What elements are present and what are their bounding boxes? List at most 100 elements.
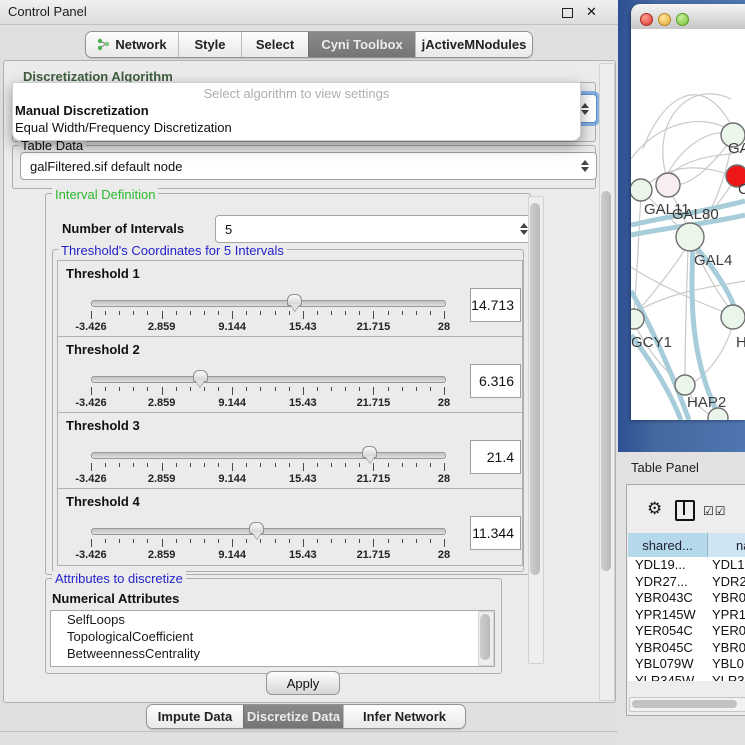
table-row[interactable]: YBR045CYBR0 [628, 640, 745, 657]
number-of-intervals-combo[interactable]: 5 [215, 215, 536, 243]
tab-style[interactable]: Style [178, 32, 241, 57]
column-layout-icon[interactable] [675, 500, 695, 521]
numerical-attributes-list[interactable]: SelfLoopsTopologicalCoefficientBetweenne… [50, 610, 495, 667]
gear-icon[interactable]: ⚙ [647, 499, 662, 519]
tab-select[interactable]: Select [241, 32, 308, 57]
table-row[interactable]: YER054CYER0 [628, 623, 745, 640]
cell-name[interactable]: YBR0 [712, 640, 745, 657]
combo-stepper-icon[interactable] [581, 160, 589, 172]
cell-name[interactable]: YLR3 [712, 673, 745, 682]
column-header-shared-name[interactable]: shared... [628, 533, 708, 557]
tick-mark [260, 387, 261, 391]
network-node[interactable] [676, 223, 704, 251]
cell-name[interactable]: YER0 [712, 623, 745, 640]
subpanel-scrollbar-thumb[interactable] [530, 203, 540, 575]
table-row[interactable]: YDR27...YDR2 [628, 574, 745, 591]
attributes-list-scrollbar[interactable] [478, 611, 494, 666]
maximize-traffic-light-icon[interactable] [676, 13, 689, 26]
select-columns-checkboxes-icon[interactable]: ☑☑ [703, 504, 727, 518]
table-horizontal-scrollbar[interactable] [629, 697, 745, 712]
panel-scrollbar-thumb[interactable] [601, 191, 611, 571]
control-panel-tab-bar: NetworkStyleSelectCyni ToolboxjActiveMNo… [85, 31, 533, 58]
cell-name[interactable]: YBR0 [712, 590, 745, 607]
threshold-slider-track[interactable] [91, 376, 446, 383]
tick-mark [204, 539, 205, 543]
tick-mark [430, 539, 431, 543]
node-label-gal11: GAL11 [644, 201, 690, 218]
cell-name[interactable]: YDR2 [712, 574, 745, 591]
threshold-slider-handle[interactable] [362, 446, 377, 458]
threshold-slider-track[interactable] [91, 452, 446, 459]
network-node[interactable] [675, 375, 695, 395]
network-node[interactable] [656, 173, 680, 197]
tab-jactivemnodules[interactable]: jActiveMNodules [415, 32, 532, 57]
tick-mark [105, 311, 106, 315]
cell-shared-name[interactable]: YER054C [628, 623, 712, 640]
tick-mark [275, 539, 276, 543]
minimize-traffic-light-icon[interactable] [658, 13, 671, 26]
threshold-slider-handle[interactable] [193, 370, 208, 382]
mode-tab-discretize-data[interactable]: Discretize Data [243, 705, 343, 728]
close-icon[interactable]: ✕ [586, 4, 597, 20]
tab-network[interactable]: Network [86, 32, 178, 57]
node-table[interactable]: shared... na YDL19...YDL1YDR27...YDR2YBR… [628, 533, 745, 681]
table-horizontal-scrollbar-thumb[interactable] [632, 700, 737, 708]
cell-shared-name[interactable]: YBR045C [628, 640, 712, 657]
network-frame-titlebar[interactable] [631, 4, 745, 30]
tick-mark [176, 539, 177, 543]
attribute-item-betweennesscentrality[interactable]: BetweennessCentrality [51, 645, 494, 662]
threshold-slider-handle[interactable] [249, 522, 264, 534]
network-node[interactable] [721, 305, 745, 329]
cell-shared-name[interactable]: YDR27... [628, 574, 712, 591]
tick-mark [190, 387, 191, 391]
threshold-value-field[interactable]: 14.713 [470, 288, 521, 322]
tab-cyni-toolbox[interactable]: Cyni Toolbox [308, 32, 415, 57]
cell-shared-name[interactable]: YDL19... [628, 557, 712, 574]
tick-mark [359, 463, 360, 467]
slider-tick-labels: -3.4262.8599.14415.4321.71528 [91, 549, 444, 562]
attribute-item-selfloops[interactable]: SelfLoops [51, 611, 494, 628]
algorithm-option-manual-discretization[interactable]: Manual Discretization [13, 102, 580, 119]
table-data-combo[interactable]: galFiltered.sif default node [20, 152, 597, 180]
attribute-item-topologicalcoefficient[interactable]: TopologicalCoefficient [51, 628, 494, 645]
combo-stepper-icon[interactable] [520, 223, 528, 235]
threshold-slider-track[interactable] [91, 300, 446, 307]
cell-name[interactable]: YPR1 [712, 607, 745, 624]
cell-shared-name[interactable]: YPR145W [628, 607, 712, 624]
table-row[interactable]: YBR043CYBR0 [628, 590, 745, 607]
tick-label: 15.43 [289, 549, 317, 561]
mode-tab-impute-data[interactable]: Impute Data [147, 705, 243, 728]
apply-button[interactable]: Apply [266, 671, 340, 695]
cell-shared-name[interactable]: YBL079W [628, 656, 712, 673]
panel-scrollbar[interactable] [599, 63, 615, 701]
threshold-value-field[interactable]: 6.316 [470, 364, 521, 398]
network-node[interactable] [631, 309, 644, 329]
tick-label: -3.426 [75, 321, 106, 333]
attributes-list-scrollbar-thumb[interactable] [480, 614, 490, 660]
tick-mark [204, 387, 205, 391]
table-panel: Table Panel ⚙ ☑☑ shared... na YDL19...YD… [618, 452, 745, 745]
cell-shared-name[interactable]: YLR345W [628, 673, 712, 682]
threshold-value-field[interactable]: 11.344 [470, 516, 521, 550]
network-node[interactable] [631, 179, 652, 201]
tick-mark [317, 539, 318, 543]
table-row[interactable]: YDL19...YDL1 [628, 557, 745, 574]
mode-tab-infer-network[interactable]: Infer Network [343, 705, 465, 728]
cell-name[interactable]: YBL0 [712, 656, 745, 673]
network-canvas[interactable]: GAL80GACGAL11GAL4GCY1HHAP2 [631, 29, 745, 420]
table-row[interactable]: YLR345WYLR3 [628, 673, 745, 682]
column-header-name[interactable]: na [708, 533, 745, 557]
cell-name[interactable]: YDL1 [712, 557, 745, 574]
combo-stepper-icon[interactable] [581, 103, 589, 115]
threshold-slider-handle[interactable] [287, 294, 302, 306]
close-traffic-light-icon[interactable] [640, 13, 653, 26]
table-row[interactable]: YPR145WYPR1 [628, 607, 745, 624]
threshold-slider-track[interactable] [91, 528, 446, 535]
float-window-icon[interactable] [562, 8, 573, 18]
tick-mark [416, 463, 417, 467]
table-row[interactable]: YBL079WYBL0 [628, 656, 745, 673]
subpanel-scrollbar[interactable] [528, 196, 544, 664]
algorithm-option-equal-width-frequency-discretization[interactable]: Equal Width/Frequency Discretization [13, 119, 580, 136]
cell-shared-name[interactable]: YBR043C [628, 590, 712, 607]
threshold-value-field[interactable]: 21.4 [470, 440, 521, 474]
